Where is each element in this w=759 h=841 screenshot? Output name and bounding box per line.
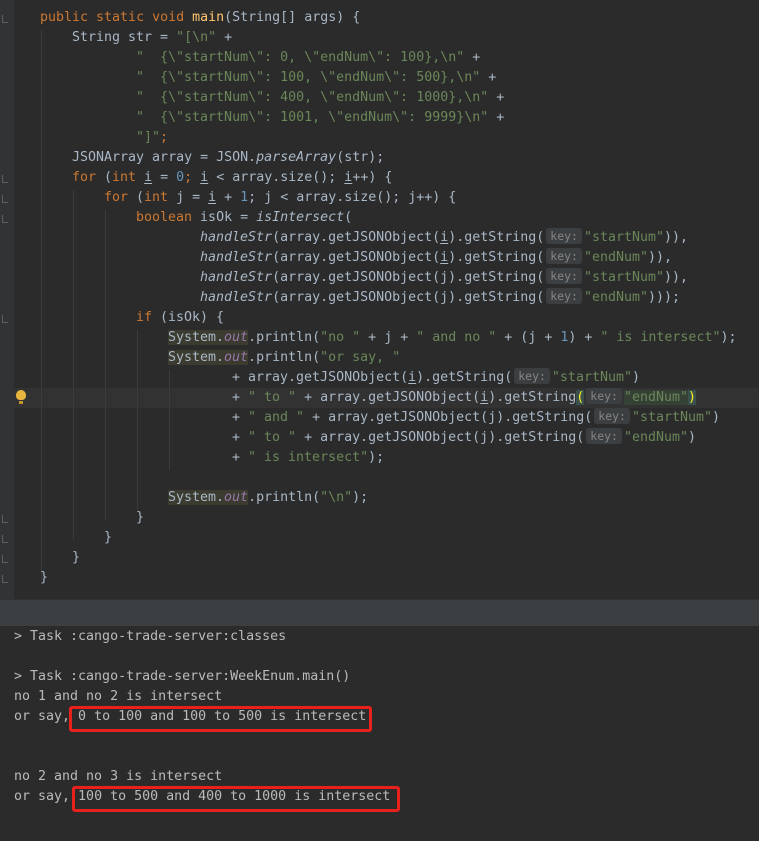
parameter-hint: key:: [546, 228, 582, 244]
fold-marker-icon[interactable]: [2, 575, 8, 583]
closing-brace: }: [72, 550, 81, 565]
code-line: handleStr(array.getJSONObject(j).getStri…: [200, 288, 681, 305]
code-line: public static void main(String[] args) {: [40, 10, 361, 25]
code-line: + " is intersect");: [232, 450, 385, 465]
parameter-hint: key:: [546, 268, 582, 284]
code-line: " {\"startNum\": 0, \"endNum\": 100},\n"…: [136, 50, 481, 65]
indent-guide: [137, 330, 138, 510]
code-editor[interactable]: public static void main(String[] args) {…: [0, 0, 759, 599]
closing-brace: }: [104, 530, 113, 545]
fold-marker-icon[interactable]: [2, 15, 8, 23]
parameter-hint: key:: [546, 248, 582, 264]
code-line: JSONArray array = JSON.parseArray(str);: [72, 150, 385, 165]
fold-marker-icon[interactable]: [2, 215, 8, 223]
indent-guide: [41, 30, 42, 580]
indent-guide: [73, 190, 74, 540]
console-task-line: > Task :cango-trade-server:WeekEnum.main…: [14, 669, 351, 684]
indent-guide: [169, 370, 170, 470]
lightbulb-icon[interactable]: [16, 390, 26, 404]
code-line: " {\"startNum\": 400, \"endNum\": 1000},…: [136, 90, 505, 105]
parameter-hint: key:: [586, 428, 622, 444]
code-line: boolean isOk = isIntersect(: [136, 210, 353, 225]
editor-gutter: [0, 0, 14, 599]
highlight-box: [69, 706, 372, 732]
code-line: for (int j = i + 1; j < array.size(); j+…: [104, 190, 457, 205]
console-output-line: no 2 and no 3 is intersect: [14, 769, 223, 784]
code-line: " {\"startNum\": 100, \"endNum\": 500},\…: [136, 70, 497, 85]
fold-marker-icon[interactable]: [2, 175, 8, 183]
closing-brace: }: [40, 570, 49, 585]
indent-guide: [105, 210, 106, 520]
parameter-hint: key:: [514, 368, 550, 384]
run-console[interactable]: > Task :cango-trade-server:classes > Tas…: [0, 626, 759, 841]
code-line: handleStr(array.getJSONObject(j).getStri…: [200, 268, 689, 285]
code-line: System.out.println("\n");: [168, 490, 369, 505]
code-line: System.out.println("no " + j + " and no …: [168, 330, 737, 345]
panel-divider[interactable]: [0, 599, 759, 626]
parameter-hint: key:: [586, 388, 622, 404]
console-task-line: > Task :cango-trade-server:classes: [14, 629, 287, 644]
fold-marker-icon[interactable]: [2, 315, 8, 323]
code-line: handleStr(array.getJSONObject(i).getStri…: [200, 228, 689, 245]
code-line: String str = "[\n" +: [72, 30, 233, 45]
code-line: if (isOk) {: [136, 310, 225, 325]
code-line: System.out.println("or say, ": [168, 350, 401, 365]
code-line: handleStr(array.getJSONObject(i).getStri…: [200, 248, 673, 265]
fold-marker-icon[interactable]: [2, 555, 8, 563]
parameter-hint: key:: [546, 288, 582, 304]
code-line: for (int i = 0;; i < array.size(); i++) …: [72, 170, 393, 185]
parameter-hint: key:: [594, 408, 630, 424]
code-line: "]";: [136, 130, 169, 145]
code-line: + " to " + array.getJSONObject(i).getStr…: [232, 388, 697, 405]
fold-marker-icon[interactable]: [2, 195, 8, 203]
code-line: + array.getJSONObject(i).getString(key: "…: [232, 368, 640, 385]
code-line: + " and " + array.getJSONObject(j).getSt…: [232, 408, 721, 425]
closing-brace: }: [136, 510, 145, 525]
highlight-box: [72, 786, 400, 812]
fold-marker-icon[interactable]: [2, 535, 8, 543]
console-output-line: no 1 and no 2 is intersect: [14, 689, 223, 704]
fold-marker-icon[interactable]: [2, 515, 8, 523]
code-line: + " to " + array.getJSONObject(j).getStr…: [232, 428, 697, 445]
code-line: " {\"startNum\": 1001, \"endNum\": 9999}…: [136, 110, 505, 125]
